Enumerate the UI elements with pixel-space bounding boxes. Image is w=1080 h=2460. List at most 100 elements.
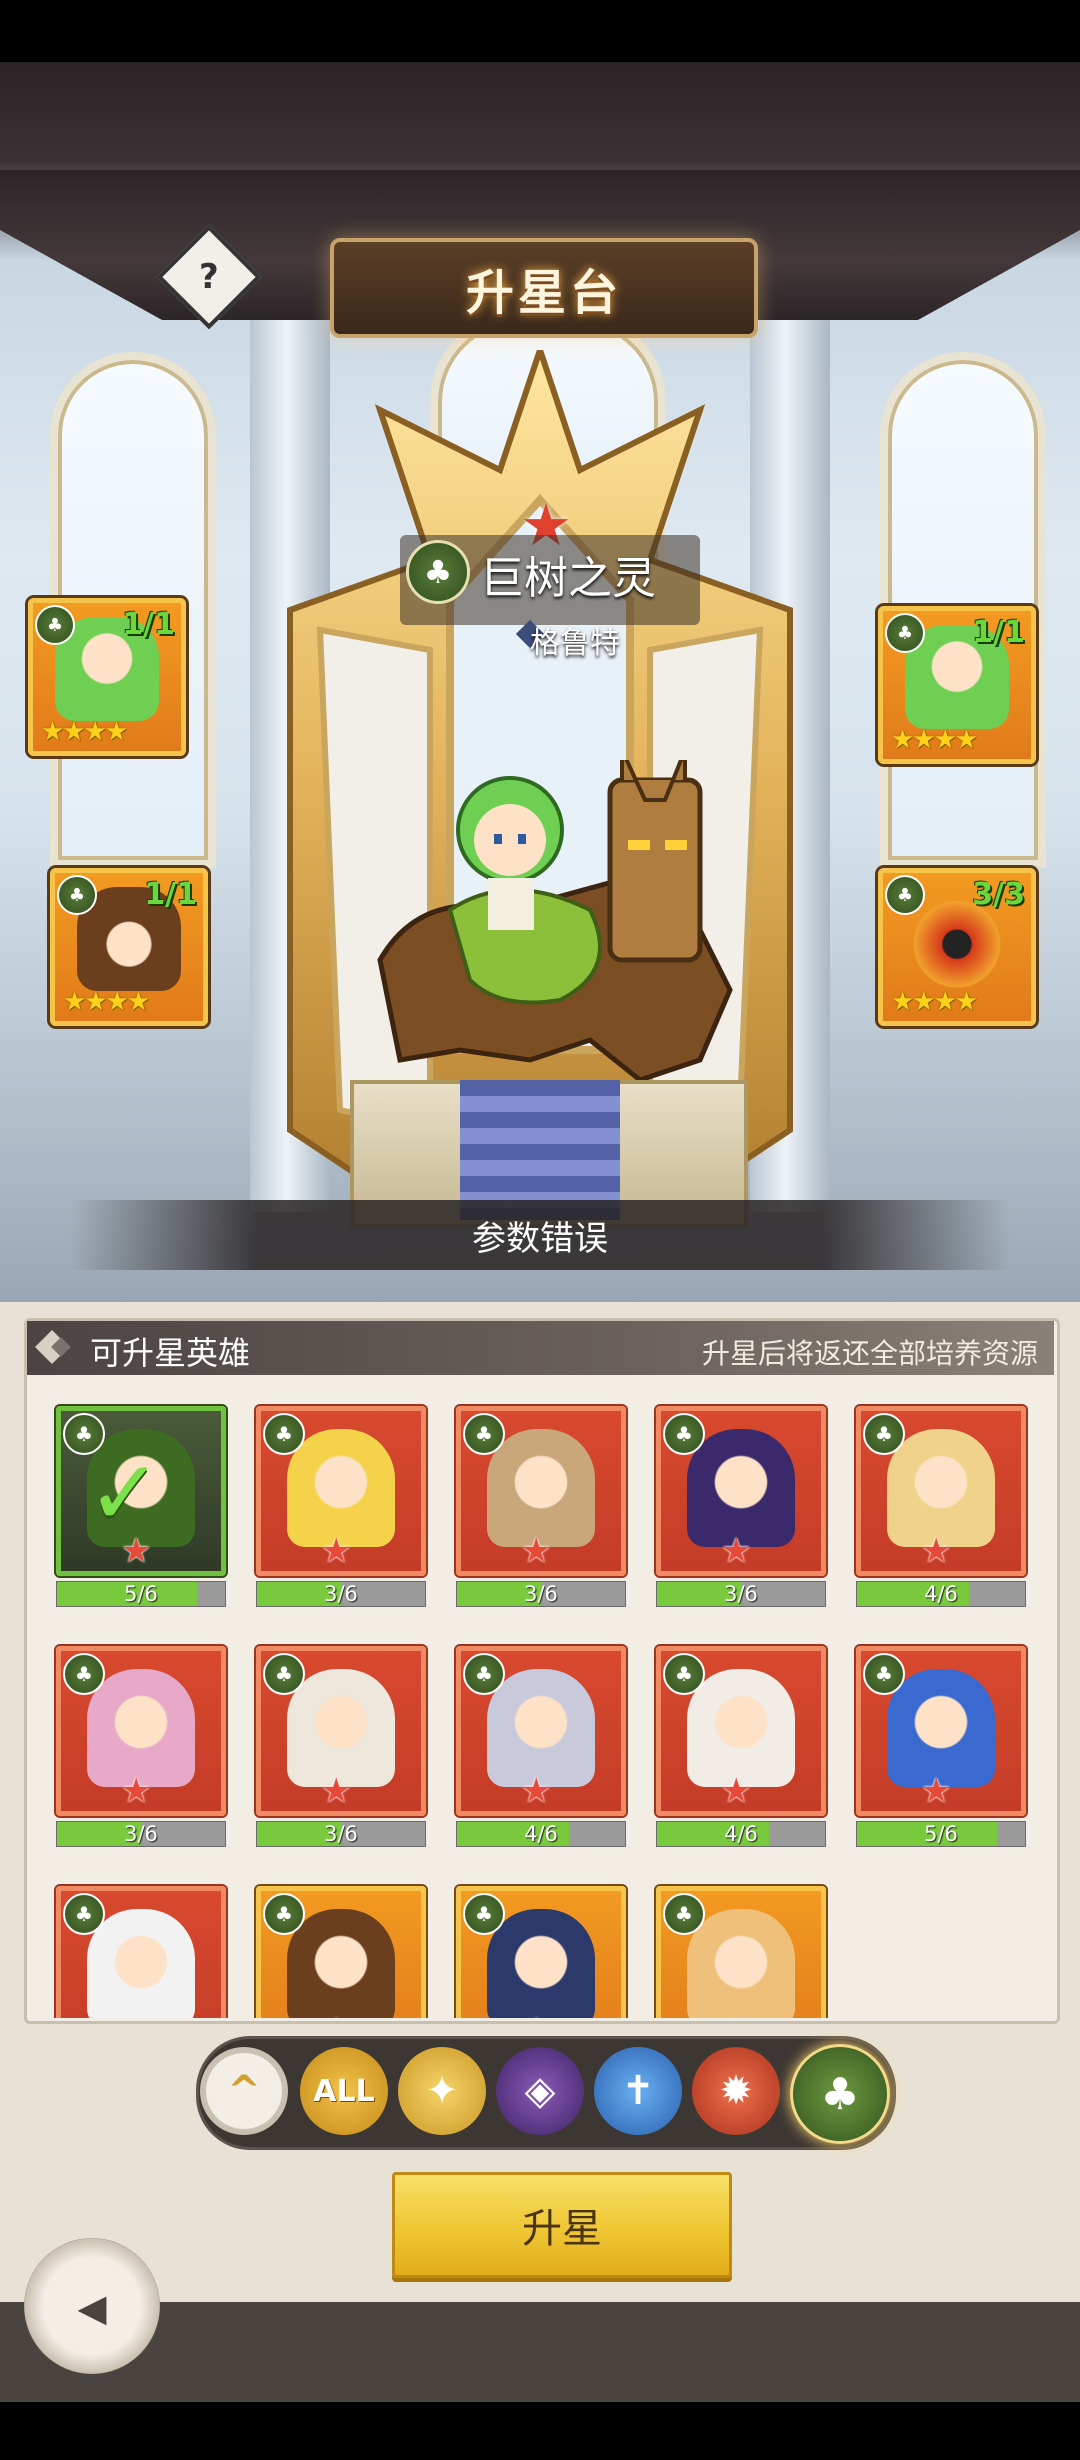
material-slot-1[interactable]: ♣ 1/1 ★★★★ (28, 598, 186, 756)
hero-card-frame: ♣ ★ ✓ (56, 1406, 226, 1576)
hero-progress-bar: 4/6 (456, 1821, 626, 1847)
nature-element-icon: ♣ (885, 875, 925, 915)
nature-element-icon: ♣ (463, 1413, 505, 1455)
hero-card-6[interactable]: ♣ ★ 3/6 (56, 1646, 226, 1856)
progress-text: 3/6 (324, 1582, 358, 1606)
hero-card-frame: ♣★ (56, 1646, 226, 1816)
nature-element-icon: ♣ (863, 1653, 905, 1695)
hero-portrait (887, 1669, 995, 1787)
filter-label: ✝ (621, 2068, 655, 2114)
title-plate: 升星台 (330, 238, 758, 338)
hero-card-frame: ♣★ (656, 1406, 826, 1576)
nature-element-icon: ♣ (663, 1893, 705, 1935)
progress-text: 5/6 (124, 1582, 158, 1606)
hero-card-frame: ♣★ (256, 1646, 426, 1816)
hero-card-frame: ♣★ (856, 1646, 1026, 1816)
hero-progress-bar: 3/6 (256, 1581, 426, 1607)
hero-card-frame: ♣★ (856, 1406, 1026, 1576)
status-bar (0, 0, 1080, 62)
hero-card-10[interactable]: ♣ ★ 5/6 (856, 1646, 1026, 1856)
slot-stars: ★★★★ (891, 987, 978, 1017)
hero-card-3[interactable]: ♣ ★ 3/6 (456, 1406, 626, 1616)
hero-card-14[interactable]: ♣★ (656, 1886, 826, 2018)
rank-star-icon: ★ (721, 1771, 752, 1811)
rank-star-icon: ★ (321, 2011, 351, 2018)
nature-element-icon: ♣ (263, 1413, 305, 1455)
nature-element-icon: ♣ (57, 875, 97, 915)
hero-card-12[interactable]: ♣★ (256, 1886, 426, 2018)
hero-progress-bar: 3/6 (56, 1821, 226, 1847)
material-slot-3[interactable]: ♣ 1/1 ★★★★ (878, 606, 1036, 764)
rank-star-icon: ★ (321, 1771, 352, 1811)
fire-element-icon[interactable]: ✹ (692, 2047, 780, 2135)
nature-tree-icon: ♣ (406, 540, 470, 604)
rank-star-icon: ★ (921, 1771, 952, 1811)
dark-element-icon[interactable]: ◈ (496, 2047, 584, 2135)
hero-subtitle: 格鲁特 (530, 626, 620, 661)
light-element-icon[interactable]: ✦ (398, 2047, 486, 2135)
hero-portrait (487, 1429, 595, 1547)
hero-card-9[interactable]: ♣ ★ 4/6 (656, 1646, 826, 1856)
filter-label: ✦ (425, 2068, 459, 2114)
collapse-filter-icon[interactable]: ^ (200, 2047, 288, 2135)
filter-label: ✹ (719, 2068, 753, 2114)
water-element-icon[interactable]: ✝ (594, 2047, 682, 2135)
hero-progress-bar: 4/6 (656, 1821, 826, 1847)
hero-card-frame: ♣★ (256, 1886, 426, 2018)
progress-text: 3/6 (324, 1822, 358, 1846)
hero-portrait (687, 1669, 795, 1787)
hero-card-4[interactable]: ♣ ★ 3/6 (656, 1406, 826, 1616)
rank-star-icon: ★ (521, 1771, 552, 1811)
hero-portrait (687, 1429, 795, 1547)
hero-portrait (887, 1429, 995, 1547)
nature-element-icon: ♣ (63, 1893, 105, 1935)
back-arrow-icon: ◂ (77, 2272, 107, 2340)
bottom-bar (0, 2302, 1080, 2402)
hero-portrait (287, 1909, 395, 2018)
rank-star-icon: ★ (521, 2011, 551, 2018)
hero-progress-bar: 3/6 (656, 1581, 826, 1607)
progress-text: 3/6 (724, 1582, 758, 1606)
material-slot-4[interactable]: ♣ 3/3 ★★★★ (878, 868, 1036, 1026)
nature-element-icon: ♣ (463, 1653, 505, 1695)
hero-card-13[interactable]: ♣★ (456, 1886, 626, 2018)
hero-card-1[interactable]: ♣ ★ ✓ 5/6 (56, 1406, 226, 1616)
filter-label: ◈ (524, 2068, 556, 2114)
hero-card-frame: ♣★ (456, 1886, 626, 2018)
nature-element-icon: ♣ (63, 1653, 105, 1695)
back-button[interactable]: ◂ (24, 2238, 160, 2374)
hero-sprite[interactable] (360, 760, 750, 1090)
rank-star-icon: ★ (121, 2011, 151, 2018)
rank-star-icon: ★ (721, 2011, 751, 2018)
slot-count: 1/1 (122, 607, 175, 642)
slot-stars: ★★★★ (891, 725, 978, 755)
status-message-bar: 参数错误 (70, 1200, 1010, 1270)
check-icon: ✓ (87, 1441, 163, 1546)
rank-star-icon: ★ (921, 1531, 952, 1571)
rank-star-icon: ★ (721, 1531, 752, 1571)
upgrade-star-button[interactable]: 升星 (392, 2172, 732, 2278)
hero-card-11[interactable]: ♣★ (56, 1886, 226, 2018)
pedestal-carpet (460, 1080, 620, 1220)
filter-label: ^ (227, 2068, 261, 2114)
nature-element-icon[interactable]: ♣ (790, 2044, 890, 2144)
hero-list-title: 可升星英雄 (90, 1334, 251, 1372)
hero-progress-bar: 4/6 (856, 1581, 1026, 1607)
material-slot-2[interactable]: ♣ 1/1 ★★★★ (50, 868, 208, 1026)
hero-portrait (487, 1909, 595, 2018)
slot-stars: ★★★★ (41, 717, 128, 747)
all-filter[interactable]: ALL (300, 2047, 388, 2135)
hero-progress-bar: 3/6 (456, 1581, 626, 1607)
slot-stars: ★★★★ (63, 987, 150, 1017)
rank-star-icon: ★ (121, 1771, 152, 1811)
status-message: 参数错误 (472, 1218, 608, 1259)
hero-card-5[interactable]: ♣ ★ 4/6 (856, 1406, 1026, 1616)
hero-card-2[interactable]: ♣ ★ 3/6 (256, 1406, 426, 1616)
hero-progress-bar: 5/6 (856, 1821, 1026, 1847)
hero-card-7[interactable]: ♣ ★ 3/6 (256, 1646, 426, 1856)
hero-portrait (287, 1429, 395, 1547)
nature-element-icon: ♣ (663, 1413, 705, 1455)
hero-card-8[interactable]: ♣ ★ 4/6 (456, 1646, 626, 1856)
progress-text: 5/6 (924, 1822, 958, 1846)
nature-element-icon: ♣ (263, 1893, 305, 1935)
